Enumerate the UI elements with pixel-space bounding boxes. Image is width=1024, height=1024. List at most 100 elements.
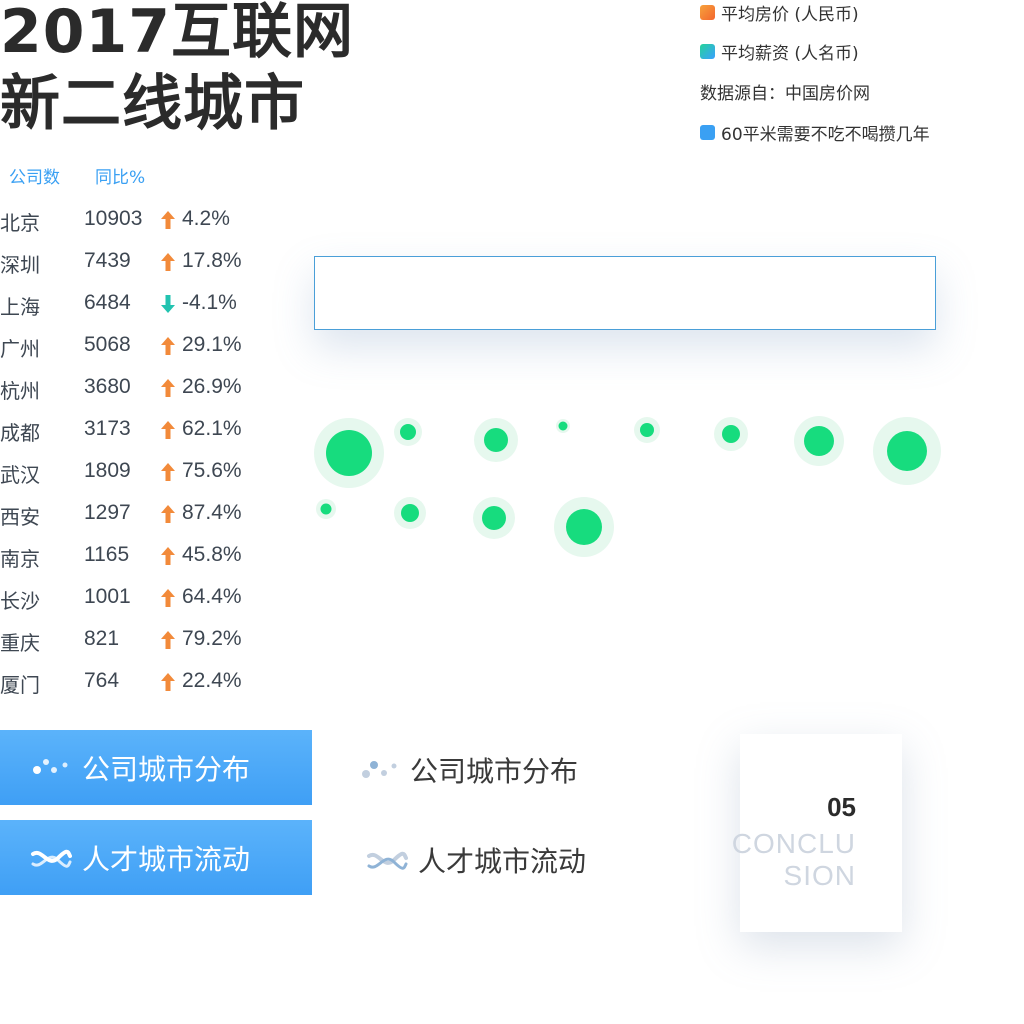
arrow-up-icon (161, 589, 175, 607)
arrow-up-icon (161, 463, 175, 481)
legend-label: 平均薪资 (人名币) (721, 43, 859, 64)
legend-label: 平均房价 (人民币) (721, 4, 859, 25)
bubble-marker (634, 417, 660, 443)
city-name: 西安 (0, 505, 40, 529)
city-name: 杭州 (0, 379, 40, 403)
yoy-percent: 79.2% (182, 627, 242, 650)
orange-swatch-icon (700, 4, 715, 20)
arrow-up-icon (161, 505, 175, 523)
company-count: 821 (84, 627, 120, 650)
wave-flow-icon (31, 849, 72, 868)
bubble-marker (873, 417, 941, 485)
yoy-percent: 29.1% (182, 333, 242, 356)
bubble-core (401, 504, 419, 522)
bubble-core (887, 431, 927, 471)
company-distribution-link[interactable]: 公司城市分布 (358, 750, 578, 790)
yoy-percent: 62.1% (182, 417, 242, 440)
company-count: 764 (84, 669, 120, 692)
bubble-core (484, 428, 508, 452)
bubble-marker (394, 418, 422, 446)
section-number: 05 (827, 792, 856, 822)
company-count: 5068 (84, 333, 131, 356)
table-row: 深圳 7439 17.8% (0, 242, 270, 282)
table-row: 南京 1165 45.8% (0, 536, 270, 576)
bubble-core (326, 430, 372, 476)
yoy-percent: 75.6% (182, 459, 242, 482)
link-label: 公司城市分布 (410, 755, 579, 788)
company-count: 10903 (84, 207, 143, 230)
table-row: 西安 1297 87.4% (0, 494, 270, 534)
column-header-yoy: 同比% (95, 168, 146, 188)
arrow-up-icon (161, 421, 175, 439)
company-count: 7439 (84, 249, 131, 272)
company-count: 6484 (84, 291, 131, 314)
bubble-marker (314, 418, 384, 488)
arrow-down-icon (161, 295, 175, 313)
bubble-core (566, 509, 602, 545)
bubble-marker (394, 497, 426, 529)
page-title-line-1: 2017互联网 (0, 0, 354, 67)
table-row: 厦门 764 22.4% (0, 662, 270, 702)
talent-flow-button[interactable]: 人才城市流动 (0, 820, 312, 895)
yoy-percent: 45.8% (182, 543, 242, 566)
table-row: 武汉 1809 75.6% (0, 452, 270, 492)
arrow-up-icon (161, 337, 175, 355)
city-name: 成都 (0, 421, 40, 445)
wave-flow-icon (367, 851, 408, 870)
legend-item-salary: 平均薪资 (人名币) (700, 39, 859, 64)
city-name: 武汉 (0, 463, 40, 487)
company-count: 1001 (84, 585, 131, 608)
arrow-up-icon (161, 631, 175, 649)
city-name: 广州 (0, 337, 40, 361)
table-row: 上海 6484 -4.1% (0, 284, 270, 324)
bubble-marker (554, 497, 614, 557)
bubble-core (722, 425, 740, 443)
arrow-up-icon (161, 547, 175, 565)
bubble-marker (556, 419, 570, 433)
table-row: 杭州 3680 26.9% (0, 368, 270, 408)
section-word-line-1: CONCLU (731, 828, 856, 859)
city-name: 重庆 (0, 631, 40, 655)
city-name: 深圳 (0, 253, 40, 277)
scatter-dots-icon (362, 761, 397, 778)
company-count: 1165 (84, 543, 130, 566)
table-row: 长沙 1001 64.4% (0, 578, 270, 618)
bubble-marker (714, 417, 748, 451)
bubble-marker (473, 497, 515, 539)
city-name: 长沙 (0, 589, 40, 613)
arrow-up-icon (161, 253, 175, 271)
bubble-core (320, 503, 332, 515)
bubble-core (804, 426, 834, 456)
bubble-marker (794, 416, 844, 466)
conclusion-card[interactable]: 05 CONCLU SION (732, 734, 902, 932)
legend-label: 数据源自：中国房价网 (700, 83, 870, 104)
table-row: 北京 10903 4.2% (0, 200, 270, 240)
column-header-company-count: 公司数 (9, 168, 60, 188)
city-name: 厦门 (0, 673, 40, 697)
bubble-marker (316, 499, 336, 519)
button-label: 人才城市流动 (82, 843, 251, 875)
text-input[interactable] (314, 256, 936, 330)
bubble-core (558, 421, 568, 431)
button-label: 公司城市分布 (82, 753, 251, 785)
city-name: 南京 (0, 547, 40, 571)
arrow-up-icon (161, 673, 175, 691)
yoy-percent: 64.4% (182, 585, 242, 608)
table-row: 成都 3173 62.1% (0, 410, 270, 450)
yoy-percent: 87.4% (182, 501, 242, 524)
yoy-percent: 22.4% (182, 669, 242, 692)
link-label: 人才城市流动 (418, 845, 587, 878)
bubble-chart (314, 416, 941, 557)
company-distribution-button[interactable]: 公司城市分布 (0, 730, 312, 805)
arrow-up-icon (161, 379, 175, 397)
page-title-line-2: 新二线城市 (0, 69, 305, 139)
company-count: 3680 (84, 375, 131, 398)
scatter-dots-icon (33, 758, 68, 774)
bubble-marker (474, 418, 518, 462)
company-count: 3173 (84, 417, 131, 440)
talent-flow-link[interactable]: 人才城市流动 (366, 840, 586, 880)
legend-label: 60平米需要不吃不喝攒几年 (721, 124, 930, 145)
yoy-percent: 26.9% (182, 375, 242, 398)
bubble-core (640, 423, 654, 437)
company-count: 1297 (84, 501, 131, 524)
